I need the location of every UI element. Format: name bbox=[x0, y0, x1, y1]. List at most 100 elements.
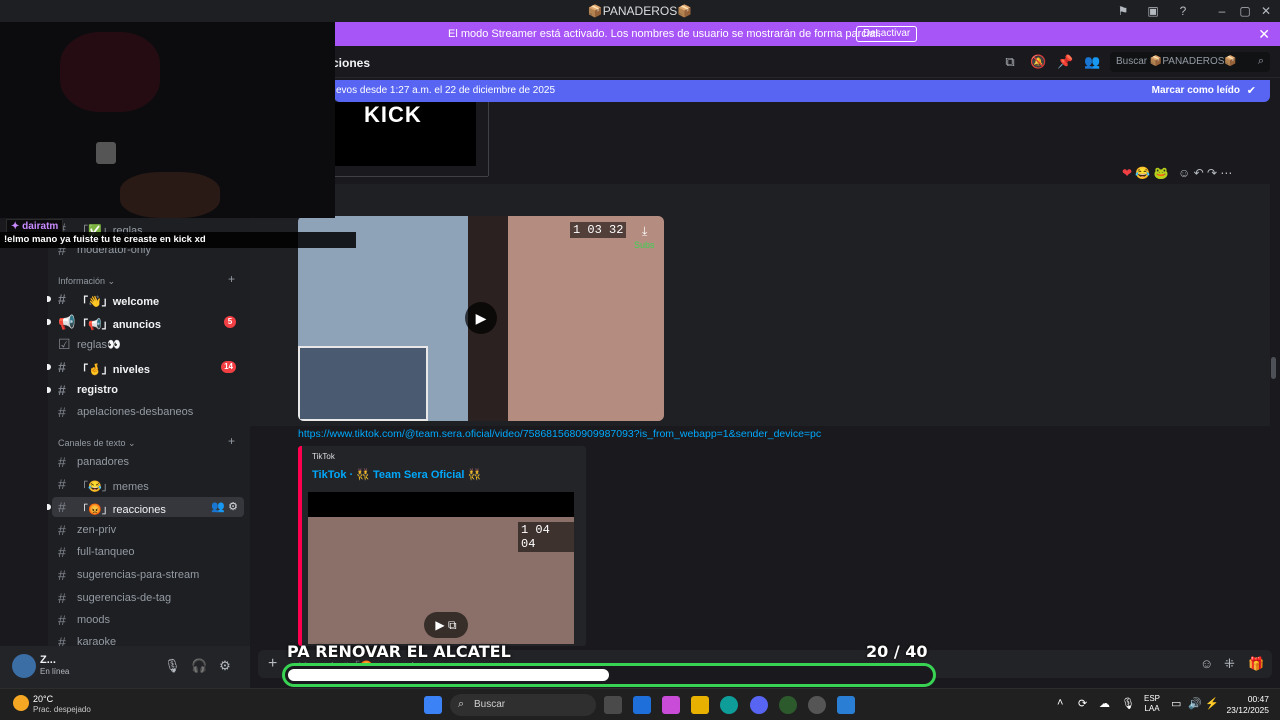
add-attachment-icon[interactable]: + bbox=[268, 655, 277, 673]
sidebar-item-label: moods bbox=[77, 614, 111, 626]
mention-badge: 14 bbox=[221, 361, 236, 373]
sticker-reaction-icon[interactable]: 🐸 bbox=[1154, 166, 1169, 180]
embed-author[interactable]: TikTok · 👯 Team Sera Oficial 👯 bbox=[312, 468, 481, 481]
embed-video[interactable]: 1 04 04 ▶ ⧉ bbox=[308, 492, 574, 644]
threads-icon[interactable]: ⧉ bbox=[1003, 55, 1017, 69]
edge-icon[interactable] bbox=[720, 696, 738, 714]
hash-icon: # bbox=[58, 404, 66, 420]
sidebar-item-niveles[interactable]: # 「🤞」niveles 14 bbox=[47, 357, 244, 377]
tray-sync-icon[interactable]: ⟳ bbox=[1078, 697, 1087, 710]
tray-mic-icon[interactable]: 🎙 bbox=[1121, 697, 1135, 710]
system-clock[interactable]: 00:47 23/12/2025 bbox=[1225, 694, 1269, 716]
apps-icon[interactable]: ⁜ bbox=[1224, 656, 1235, 672]
scrollbar-thumb[interactable] bbox=[1271, 357, 1276, 379]
headphones-icon[interactable]: 🎧 bbox=[191, 658, 207, 674]
embed-divider bbox=[334, 176, 488, 177]
avatar[interactable] bbox=[12, 654, 36, 678]
timer-days: 1 bbox=[521, 523, 529, 537]
hash-icon: # bbox=[58, 359, 66, 375]
sidebar-item-karaoke[interactable]: # karaoke bbox=[52, 632, 244, 646]
language-code: ESP bbox=[1144, 694, 1161, 703]
onedrive-icon[interactable]: ☁ bbox=[1099, 697, 1110, 710]
windows-start-icon[interactable] bbox=[424, 696, 442, 714]
timer-hours: 03 bbox=[587, 223, 602, 237]
store-icon[interactable] bbox=[633, 696, 651, 714]
sidebar-item-label: 「😂」memes bbox=[77, 481, 149, 493]
mark-read-icon: ✔ bbox=[1246, 85, 1256, 97]
sidebar-item-panadores[interactable]: # panadores bbox=[52, 452, 244, 472]
microphone-icon[interactable]: 🎙 bbox=[164, 658, 181, 674]
network-icon[interactable]: ▭ bbox=[1171, 697, 1181, 710]
obs-icon[interactable] bbox=[808, 696, 826, 714]
inbox-flag-icon[interactable]: ⚑ bbox=[1115, 3, 1131, 19]
sidebar-item-welcome[interactable]: # 「👋」welcome bbox=[47, 289, 244, 309]
play-icon[interactable]: ▶ ⧉ bbox=[424, 612, 468, 638]
goal-label: PA RENOVAR EL ALCATEL bbox=[287, 642, 511, 661]
taskbar-search[interactable]: ⌕ Buscar bbox=[450, 694, 596, 716]
sidebar-item-memes[interactable]: # 「😂」memes bbox=[52, 474, 244, 494]
sidebar-item-label: karaoke bbox=[77, 636, 117, 646]
reply-icon[interactable]: ↶ bbox=[1194, 166, 1204, 180]
user-panel: Z... En línea 🎙 🎧 ⚙ bbox=[0, 646, 250, 688]
help-icon[interactable]: ? bbox=[1175, 3, 1191, 19]
more-options-icon[interactable]: ⋯ bbox=[1220, 166, 1232, 180]
paint-icon[interactable] bbox=[837, 696, 855, 714]
sidebar-item-full-tanqueo[interactable]: # full-tanqueo bbox=[52, 542, 244, 562]
pin-icon[interactable]: 📌 bbox=[1057, 55, 1073, 69]
minimize-icon[interactable]: – bbox=[1214, 3, 1230, 19]
close-window-icon[interactable]: ✕ bbox=[1258, 3, 1274, 19]
sidebar-item-zen-priv[interactable]: # zen-priv bbox=[52, 520, 244, 540]
file-explorer-icon[interactable] bbox=[691, 696, 709, 714]
laugh-reaction-icon[interactable]: 😂 bbox=[1135, 166, 1150, 180]
channel-settings-icon[interactable]: 👥 ⚙ bbox=[211, 500, 238, 513]
battery-icon[interactable]: ⚡ bbox=[1205, 697, 1219, 710]
add-channel-icon[interactable]: + bbox=[228, 434, 235, 448]
sidebar-item-registro[interactable]: # registro bbox=[47, 380, 244, 400]
maximize-icon[interactable]: ▢ bbox=[1237, 3, 1253, 19]
copilot-icon[interactable] bbox=[662, 696, 680, 714]
language-indicator[interactable]: ESP LAA bbox=[1144, 694, 1160, 714]
sidebar-item-sugerencias-para-stream[interactable]: # sugerencias-para-stream bbox=[52, 565, 244, 585]
unread-indicator bbox=[47, 319, 51, 325]
timer-hours: 04 bbox=[535, 523, 550, 537]
member-list-icon[interactable]: 👥 bbox=[1084, 55, 1100, 69]
category-informacion[interactable]: Información ⌄ bbox=[58, 276, 115, 287]
notification-mute-icon[interactable]: 🔕 bbox=[1030, 55, 1046, 69]
gif-icon[interactable]: ☺ bbox=[1200, 656, 1213, 671]
discord-icon[interactable] bbox=[750, 696, 768, 714]
window-title: 📦PANADEROS📦 bbox=[587, 4, 693, 18]
new-messages-bar[interactable]: evos desde 1:27 a.m. el 22 de diciembre … bbox=[334, 80, 1270, 102]
heart-reaction-icon[interactable]: ❤ bbox=[1122, 166, 1132, 180]
hash-icon: # bbox=[58, 522, 66, 538]
sidebar-item-reacciones[interactable]: # 「😡」reacciones 👥 ⚙ bbox=[47, 497, 244, 517]
tiktok-link[interactable]: https://www.tiktok.com/@team.sera.oficia… bbox=[298, 428, 821, 440]
add-reaction-icon[interactable]: ☺ bbox=[1178, 166, 1190, 180]
forward-icon[interactable]: ↷ bbox=[1207, 166, 1217, 180]
kick-logo-text: KICK bbox=[364, 102, 422, 127]
close-banner-icon[interactable]: ✕ bbox=[1258, 26, 1270, 43]
streamer-mode-message: El modo Streamer está activado. Los nomb… bbox=[448, 28, 881, 40]
sidebar-item-reglas[interactable]: ☑ reglas👀 bbox=[52, 334, 244, 354]
timer-minutes: 04 bbox=[521, 537, 536, 551]
inbox-icon[interactable]: ▣ bbox=[1145, 3, 1161, 19]
add-channel-icon[interactable]: + bbox=[228, 272, 235, 286]
user-settings-icon[interactable]: ⚙ bbox=[217, 658, 233, 674]
gift-icon[interactable]: 🎁 bbox=[1248, 656, 1264, 672]
sidebar-item-apelaciones[interactable]: # apelaciones-desbaneos bbox=[52, 402, 244, 422]
kick-image-attachment[interactable]: KICK bbox=[334, 102, 476, 166]
app-icon[interactable] bbox=[779, 696, 797, 714]
task-view-icon[interactable] bbox=[604, 696, 622, 714]
category-canales-de-texto[interactable]: Canales de texto ⌄ bbox=[58, 438, 136, 449]
download-icon[interactable]: ⤓ bbox=[642, 224, 647, 239]
disable-streamer-mode-button[interactable]: Desactivar bbox=[856, 26, 918, 42]
webcam-object bbox=[96, 142, 116, 164]
tray-expand-icon[interactable]: ˄ bbox=[1057, 697, 1063, 709]
volume-icon[interactable]: 🔊 bbox=[1188, 697, 1202, 710]
sidebar-item-anuncios[interactable]: 📢 「📢」anuncios 5 bbox=[47, 312, 244, 332]
mark-as-read-button[interactable]: Marcar como leído bbox=[1152, 85, 1240, 96]
sidebar-item-sugerencias-de-tag[interactable]: # sugerencias-de-tag bbox=[52, 588, 244, 608]
play-icon[interactable]: ▶ bbox=[465, 302, 497, 334]
sidebar-item-label: panadores bbox=[77, 456, 129, 468]
search-input[interactable]: Buscar 📦PANADEROS📦 ⌕ bbox=[1110, 52, 1270, 72]
sidebar-item-moods[interactable]: # moods bbox=[52, 610, 244, 630]
